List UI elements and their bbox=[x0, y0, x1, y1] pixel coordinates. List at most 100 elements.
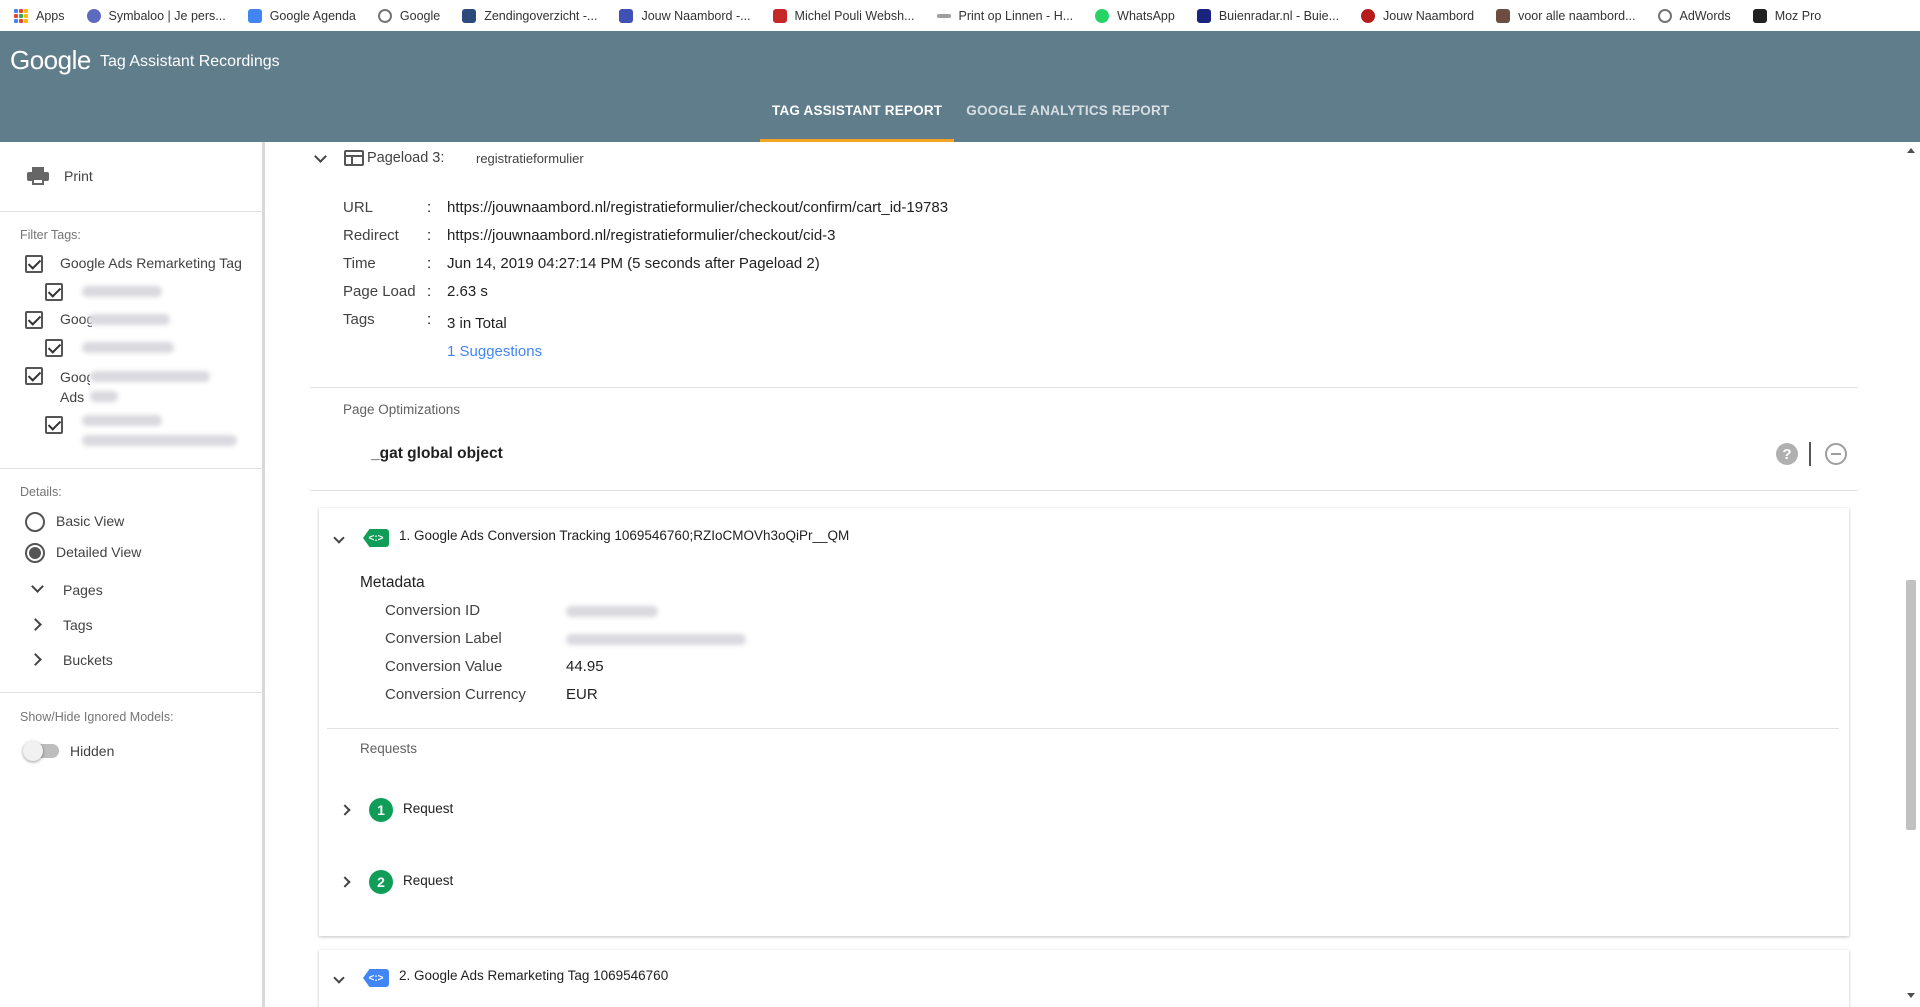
bookmark-adwords[interactable]: AdWords bbox=[1657, 8, 1731, 23]
section-tags[interactable]: Tags bbox=[63, 617, 93, 633]
bookmarks-bar: Apps Symbaloo | Je pers... Google Agenda… bbox=[0, 0, 1920, 31]
request-label[interactable]: Request bbox=[403, 873, 453, 888]
bookmark-michel-pouli[interactable]: Michel Pouli Websh... bbox=[772, 8, 915, 23]
pageload-name: registratieformulier bbox=[476, 151, 584, 166]
bookmark-apps[interactable]: Apps bbox=[14, 8, 65, 23]
filter-label-remarketing: Google Ads Remarketing Tag bbox=[60, 255, 242, 271]
tag-title[interactable]: 1. Google Ads Conversion Tracking 106954… bbox=[399, 528, 849, 543]
ignored-models-toggle[interactable] bbox=[23, 741, 59, 761]
pageload-collapse-chevron[interactable] bbox=[314, 150, 327, 163]
scroll-thumb[interactable] bbox=[1906, 580, 1916, 830]
field-value-redirect: https://jouwnaambord.nl/registratieformu… bbox=[447, 227, 836, 244]
bookmark-voor-alle-naambord[interactable]: voor alle naambord... bbox=[1496, 8, 1636, 23]
field-key-url: URL bbox=[343, 199, 374, 216]
field-value-time: Jun 14, 2019 04:27:14 PM (5 seconds afte… bbox=[447, 255, 820, 272]
request-expand-chevron[interactable] bbox=[339, 804, 351, 816]
radio-basic-view[interactable] bbox=[25, 512, 45, 532]
chevron-right-icon[interactable] bbox=[29, 618, 42, 631]
bookmark-label: Jouw Naambord -... bbox=[641, 8, 751, 23]
puzzle-icon bbox=[1496, 8, 1511, 23]
tag-icon: <:> bbox=[363, 969, 389, 987]
chevron-down-icon[interactable] bbox=[31, 580, 44, 593]
redacted-property-id bbox=[82, 342, 174, 353]
section-buckets[interactable]: Buckets bbox=[63, 652, 113, 668]
print-button[interactable]: Print bbox=[27, 167, 93, 185]
tag-collapse-chevron[interactable] bbox=[333, 532, 345, 544]
tag-collapse-chevron[interactable] bbox=[333, 972, 345, 984]
bookmark-label: Google bbox=[399, 8, 441, 23]
bookmark-buienradar[interactable]: Buienradar.nl - Buie... bbox=[1196, 8, 1340, 23]
pageload-icon bbox=[344, 150, 364, 166]
bookmark-whatsapp[interactable]: WhatsApp bbox=[1095, 8, 1175, 23]
bookmark-label: Apps bbox=[36, 8, 65, 23]
redacted-conversion-label bbox=[566, 634, 746, 645]
bookmark-jouw-naambord[interactable]: Jouw Naambord -... bbox=[619, 8, 751, 23]
chevron-right-icon[interactable] bbox=[29, 653, 42, 666]
google-g-icon bbox=[1657, 8, 1672, 23]
requests-label: Requests bbox=[360, 741, 418, 756]
field-colon: : bbox=[427, 311, 432, 328]
basic-view-label: Basic View bbox=[56, 513, 125, 529]
tag-icon: <:> bbox=[363, 529, 389, 547]
field-value-url: https://jouwnaambord.nl/registratieformu… bbox=[447, 199, 949, 216]
filter-checkbox-analytics[interactable] bbox=[25, 311, 43, 329]
redacted-conversion-label bbox=[82, 435, 237, 446]
tag-title[interactable]: 2. Google Ads Remarketing Tag 1069546760 bbox=[399, 968, 668, 983]
request-number-badge: 1 bbox=[369, 798, 393, 822]
app-title: Tag Assistant Recordings bbox=[100, 53, 280, 70]
field-colon: : bbox=[427, 255, 432, 272]
filter-checkbox-analytics-sub[interactable] bbox=[45, 339, 63, 357]
bookmark-label: AdWords bbox=[1679, 8, 1731, 23]
field-colon: : bbox=[427, 283, 432, 300]
bookmark-symbaloo[interactable]: Symbaloo | Je pers... bbox=[86, 8, 226, 23]
meta-value-conversion-currency: EUR bbox=[566, 686, 598, 703]
report-tabs: TAG ASSISTANT REPORT GOOGLE ANALYTICS RE… bbox=[760, 97, 1181, 142]
redacted-tag-id bbox=[82, 286, 162, 297]
field-key-page-load: Page Load bbox=[343, 283, 416, 300]
bookmark-zendingoverzicht[interactable]: Zendingoverzicht -... bbox=[462, 8, 597, 23]
bookmark-print-op-linnen[interactable]: Print op Linnen - H... bbox=[936, 8, 1074, 23]
radio-detailed-view[interactable] bbox=[25, 543, 45, 563]
help-icon[interactable]: ? bbox=[1776, 443, 1798, 465]
google-g-icon bbox=[377, 8, 392, 23]
bookmark-label: WhatsApp bbox=[1117, 8, 1175, 23]
field-value-tags: 3 in Total bbox=[447, 315, 507, 332]
redacted-label bbox=[90, 391, 118, 402]
bookmark-label: Michel Pouli Websh... bbox=[794, 8, 915, 23]
ignore-minus-icon[interactable] bbox=[1825, 443, 1847, 465]
filter-checkbox-remarketing[interactable] bbox=[25, 255, 43, 273]
bookmark-google[interactable]: Google bbox=[377, 8, 441, 23]
bookmark-label: Google Agenda bbox=[269, 8, 356, 23]
scrollbar[interactable] bbox=[1900, 142, 1920, 1007]
suggestions-link[interactable]: 1 Suggestions bbox=[447, 343, 542, 360]
bookmark-jouw-naambord-2[interactable]: Jouw Naambord bbox=[1361, 8, 1474, 23]
bookmark-label: Symbaloo | Je pers... bbox=[108, 8, 226, 23]
filter-tags-label: Filter Tags: bbox=[20, 228, 81, 242]
bookmark-label: Buienradar.nl - Buie... bbox=[1218, 8, 1340, 23]
meta-value-conversion-value: 44.95 bbox=[566, 658, 604, 675]
scroll-up-arrow[interactable] bbox=[1907, 148, 1915, 153]
section-pages[interactable]: Pages bbox=[63, 582, 103, 598]
redacted-conversion-id bbox=[566, 606, 658, 617]
filter-checkbox-remarketing-sub[interactable] bbox=[45, 283, 63, 301]
naambord-icon bbox=[619, 8, 634, 23]
filter-checkbox-conversion-sub[interactable] bbox=[45, 416, 63, 434]
google-logo: Google bbox=[10, 45, 91, 75]
request-label[interactable]: Request bbox=[403, 801, 453, 816]
filter-checkbox-conversion[interactable] bbox=[25, 367, 43, 385]
request-expand-chevron[interactable] bbox=[339, 876, 351, 888]
divider bbox=[327, 728, 1839, 729]
bookmark-label: Print op Linnen - H... bbox=[958, 8, 1074, 23]
naambord-round-icon bbox=[1361, 8, 1376, 23]
field-key-redirect: Redirect bbox=[343, 227, 399, 244]
field-key-time: Time bbox=[343, 255, 376, 272]
page-optimizations-label: Page Optimizations bbox=[343, 402, 461, 417]
tab-google-analytics-report[interactable]: GOOGLE ANALYTICS REPORT bbox=[954, 97, 1181, 142]
bookmark-google-agenda[interactable]: Google Agenda bbox=[247, 8, 356, 23]
redacted-tag-id bbox=[82, 415, 162, 426]
bookmark-moz-pro[interactable]: Moz Pro bbox=[1752, 8, 1821, 23]
tab-tag-assistant-report[interactable]: TAG ASSISTANT REPORT bbox=[760, 97, 955, 142]
divider bbox=[0, 468, 265, 469]
scroll-down-arrow[interactable] bbox=[1907, 993, 1915, 998]
shop-icon bbox=[772, 8, 787, 23]
